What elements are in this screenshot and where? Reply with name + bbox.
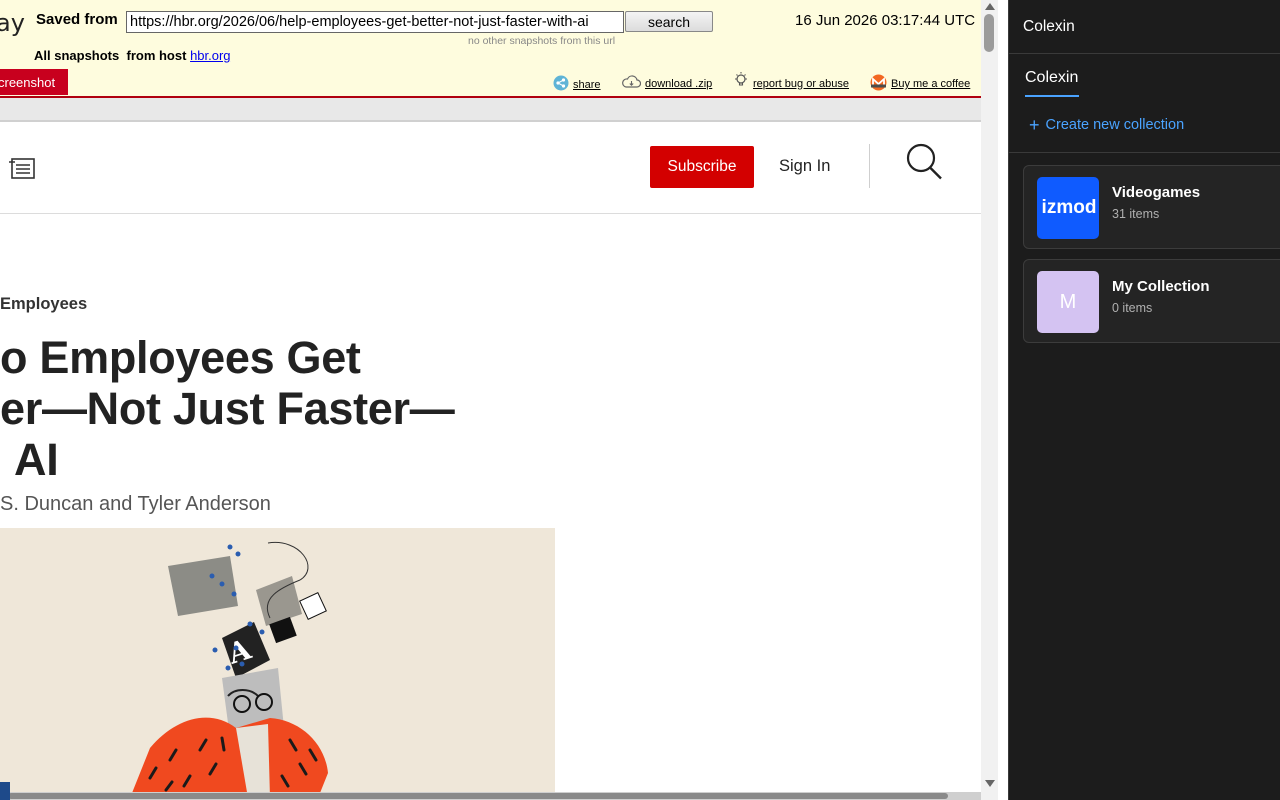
- saved-from-label: Saved from: [36, 11, 118, 28]
- archive-logo[interactable]: ay: [0, 9, 25, 37]
- collection-name: Videogames: [1112, 184, 1201, 201]
- collection-thumbnail: izmod: [1037, 177, 1099, 239]
- vertical-scroll-thumb[interactable]: [984, 14, 994, 52]
- url-input[interactable]: [126, 11, 624, 33]
- coffee-link[interactable]: Buy me a coffee: [870, 74, 970, 94]
- collection-thumb-text: M: [1059, 290, 1077, 313]
- collection-count: 0 items: [1112, 301, 1153, 315]
- create-collection-label: Create new collection: [1045, 117, 1185, 133]
- snapshot-timestamp: 16 Jun 2026 03:17:44 UTC: [795, 12, 976, 29]
- download-link[interactable]: download .zip: [622, 75, 712, 92]
- headline-line: AI: [14, 434, 59, 485]
- all-snapshots-row: All snapshots from host hbr.org: [34, 48, 231, 63]
- share-link[interactable]: share: [553, 75, 601, 94]
- headline-line: er—Not Just Faster—: [0, 383, 455, 434]
- sidebar-divider: [1009, 53, 1280, 54]
- article-headline: o Employees Get er—Not Just Faster— AI: [0, 332, 520, 485]
- report-label: report bug or abuse: [753, 77, 850, 90]
- collection-card[interactable]: izmod Videogames 31 items: [1023, 165, 1280, 249]
- collection-thumbnail: M: [1037, 271, 1099, 333]
- vertical-scrollbar[interactable]: [981, 0, 998, 800]
- sidebar-title: Colexin: [1023, 18, 1075, 35]
- collection-card[interactable]: M My Collection 0 items: [1023, 259, 1280, 343]
- monero-coin-icon: [870, 74, 887, 94]
- chevron-down-icon[interactable]: [985, 780, 995, 787]
- collection-count: 31 items: [1112, 207, 1160, 221]
- sign-in-link[interactable]: Sign In: [779, 157, 830, 176]
- horizontal-scrollbar[interactable]: [0, 792, 981, 800]
- header-divider: [869, 144, 870, 188]
- plus-icon: +: [1029, 115, 1040, 135]
- coffee-label: Buy me a coffee: [891, 78, 971, 90]
- subscribe-button[interactable]: Subscribe: [650, 146, 754, 188]
- download-label: download .zip: [645, 77, 713, 90]
- no-snapshots-note: no other snapshots from this url: [468, 35, 616, 47]
- tab-colexin[interactable]: Colexin: [1025, 69, 1078, 87]
- colexin-sidebar: Colexin Colexin + Create new collection …: [1008, 0, 1280, 800]
- search-icon[interactable]: [905, 142, 943, 182]
- hero-illustration: A: [0, 528, 555, 798]
- archive-toolbar: ay Saved from search no other snapshots …: [0, 0, 981, 98]
- panel-gap: [998, 0, 1008, 800]
- collection-name: My Collection: [1112, 278, 1210, 295]
- share-label: share: [573, 78, 601, 91]
- host-link[interactable]: hbr.org: [190, 48, 230, 63]
- headline-line: o Employees Get: [0, 332, 361, 383]
- sidebar-divider: [1009, 152, 1280, 153]
- all-snapshots-label: All snapshots: [34, 48, 120, 63]
- active-tab-indicator: [1025, 95, 1079, 97]
- collection-thumb-text: izmod: [1041, 197, 1097, 218]
- menu-icon[interactable]: [9, 158, 35, 179]
- from-host-label: from host: [126, 48, 187, 63]
- share-icon: [553, 75, 569, 94]
- corner-badge: [0, 782, 10, 800]
- screenshot-tab[interactable]: creenshot: [0, 69, 68, 95]
- chevron-up-icon[interactable]: [985, 3, 995, 10]
- hbr-header: Subscribe Sign In: [0, 122, 981, 214]
- archive-divider-strip: [0, 98, 981, 122]
- search-button[interactable]: search: [625, 11, 713, 32]
- create-collection-button[interactable]: + Create new collection: [1029, 115, 1185, 135]
- archived-page: ay Saved from search no other snapshots …: [0, 0, 981, 800]
- download-cloud-icon: [622, 75, 642, 92]
- horizontal-scroll-thumb[interactable]: [8, 793, 948, 799]
- article-topic[interactable]: Employees: [0, 295, 87, 314]
- article-byline: S. Duncan and Tyler Anderson: [0, 493, 271, 515]
- report-link[interactable]: report bug or abuse: [733, 71, 849, 92]
- bulb-icon: [733, 71, 749, 92]
